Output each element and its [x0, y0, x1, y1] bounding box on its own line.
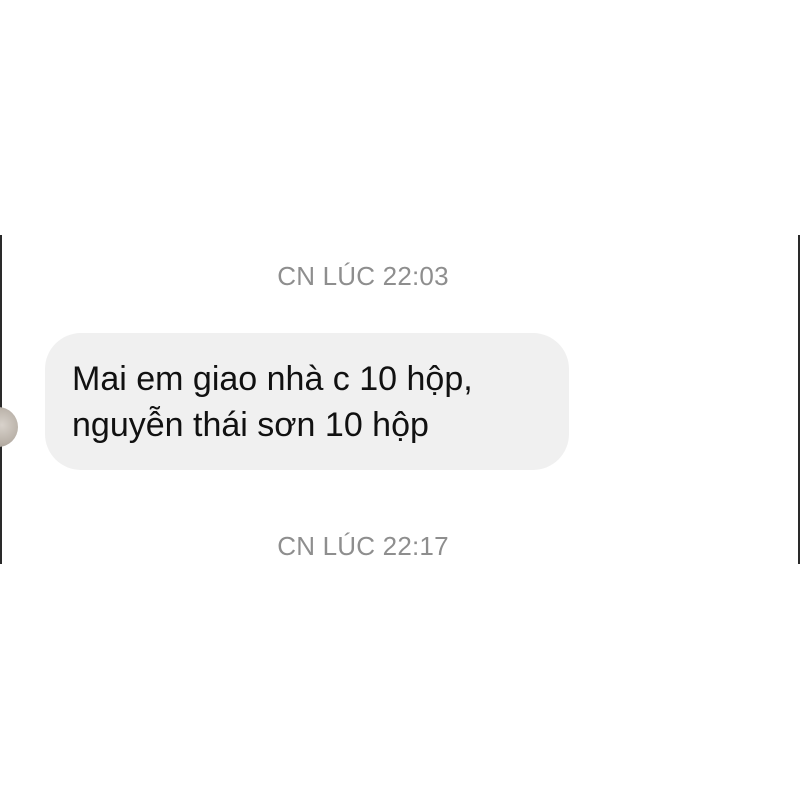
timestamp-first: CN LÚC 22:03: [277, 261, 449, 291]
chat-screenshot: CN LÚC 22:03 Mai em giao nhà c 10 hộp, n…: [0, 235, 800, 564]
message-line-1: Mai em giao nhà c 10 hộp,: [72, 360, 473, 398]
sender-avatar[interactable]: [0, 407, 18, 447]
message-line-2: nguyễn thái sơn 10 hộp: [72, 406, 429, 444]
message-bubble[interactable]: Mai em giao nhà c 10 hộp, nguyễn thái sơ…: [45, 333, 569, 470]
timestamp-second: CN LÚC 22:17: [277, 531, 449, 561]
